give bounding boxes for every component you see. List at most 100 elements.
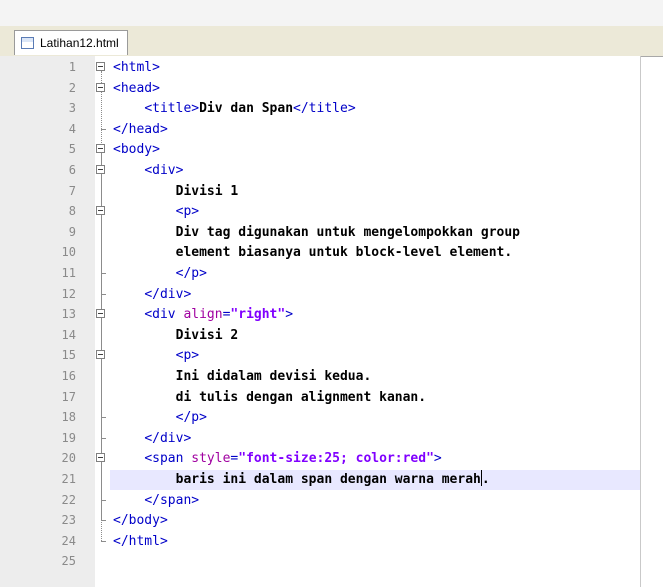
window-top-bar [0,0,663,27]
code-text: Div tag digunakan untuk mengelompokkan g… [113,222,520,243]
attribute-name: style [191,451,231,467]
code-line[interactable]: 19 </div> [0,428,640,449]
attribute-value: "right" [230,307,286,323]
line-number: 21 [61,472,76,486]
code-line[interactable]: 22 </span> [0,490,640,511]
text-content: Div dan Span [199,101,294,117]
text-content: Divisi 2 [175,327,239,343]
line-number: 15 [61,348,76,363]
fold-collapse-icon[interactable] [96,453,105,463]
code-text: <div align="right"> [113,304,293,325]
line-number: 12 [61,286,76,301]
code-line[interactable]: 25 [0,551,640,572]
text-content: element biasanya untuk block-level eleme… [175,245,513,261]
fold-end-marker [101,499,106,501]
code-text: </html> [113,531,168,552]
text-content: Divisi 1 [175,183,239,199]
html-tag: > [285,307,294,323]
line-number: 4 [68,121,76,136]
line-number: 23 [61,513,76,528]
code-editor[interactable]: 1 <html> 2 <head> 3 <title>Div dan Span</tit… [0,56,640,587]
code-line[interactable]: 8 <p> [0,201,640,222]
html-tag: </html> [113,533,168,549]
fold-collapse-icon[interactable] [96,350,105,360]
tab-label: Latihan12.html [40,36,119,50]
code-line[interactable]: 11 </p> [0,263,640,284]
fold-collapse-icon[interactable] [96,206,105,216]
code-text: </body> [113,510,168,531]
text-content: . [481,472,490,487]
html-tag: </p> [175,410,207,426]
code-text: <p> [113,201,199,222]
fold-collapse-icon[interactable] [96,144,105,154]
line-number: 3 [68,101,76,116]
code-line[interactable]: 23 </body> [0,510,640,531]
code-text: Divisi 2 [113,325,239,346]
line-number: 17 [61,389,76,404]
line-number: 25 [61,554,76,569]
code-line[interactable]: 3 <title>Div dan Span</title> [0,98,640,119]
code-line[interactable]: 12 </div> [0,284,640,305]
fold-collapse-icon[interactable] [96,62,105,71]
line-number: 20 [61,451,76,466]
code-text: Ini didalam devisi kedua. [113,366,372,387]
code-line[interactable]: 9 Div tag digunakan untuk mengelompokkan… [0,222,640,243]
fold-end-marker [101,437,106,439]
html-tag: <span [144,451,192,467]
fold-end-marker [101,128,106,130]
code-line[interactable]: 17 di tulis dengan alignment kanan. [0,387,640,408]
code-line[interactable]: 13 <div align="right"> [0,304,640,325]
fold-end-marker [101,293,106,295]
code-line[interactable]: 16 Ini didalam devisi kedua. [0,366,640,387]
line-number: 18 [61,410,76,425]
code-line[interactable]: 20 <span style="font-size:25; color:red"… [0,448,640,469]
code-line[interactable]: 10 element biasanya untuk block-level el… [0,242,640,263]
html-tag: > [433,451,442,467]
line-number: 14 [61,327,76,342]
code-text: </p> [113,263,207,284]
line-number: 7 [68,183,76,198]
line-number: 24 [61,533,76,548]
code-line[interactable]: 1 <html> [0,57,640,78]
html-tag: </div> [144,430,192,446]
code-text: </div> [113,284,191,305]
html-tag: <head> [113,80,160,96]
code-line[interactable]: 21 baris ini dalam span dengan warna mer… [0,469,640,490]
html-tag: </body> [113,513,168,529]
fold-collapse-icon[interactable] [96,165,105,174]
code-text: </head> [113,119,168,140]
fold-end-marker [101,540,106,542]
text-content: di tulis dengan alignment kanan. [175,389,427,405]
code-line[interactable]: 14 Divisi 2 [0,325,640,346]
code-line[interactable]: 18 </p> [0,407,640,428]
html-tag: </title> [293,101,356,117]
code-line[interactable]: 6 <div> [0,160,640,181]
code-text: <title>Div dan Span</title> [113,98,356,119]
code-line[interactable]: 4 </head> [0,119,640,140]
fold-end-marker [101,273,106,274]
code-text: <html> [113,57,160,78]
attribute-name: align [183,307,223,323]
code-line[interactable]: 15 <p> [0,345,640,366]
fold-collapse-icon[interactable] [96,82,105,92]
code-line[interactable]: 24 </html> [0,531,640,552]
line-number: 19 [61,430,76,445]
html-tag: <html> [113,60,160,75]
fold-collapse-icon[interactable] [96,309,105,319]
html-tag: <p> [175,348,200,364]
tab-latihan12[interactable]: Latihan12.html [14,30,128,55]
code-text: <head> [113,78,160,99]
code-line[interactable]: 5 <body> [0,139,640,160]
html-tag: </p> [175,266,207,281]
code-line[interactable]: 7 Divisi 1 [0,181,640,202]
line-number: 11 [61,266,76,280]
text-content: Ini didalam devisi kedua. [175,369,372,384]
code-line[interactable]: 2 <head> [0,78,640,99]
code-text: di tulis dengan alignment kanan. [113,387,426,408]
line-number: 10 [61,245,76,260]
code-text: Divisi 1 [113,181,239,202]
html-tag: </div> [144,286,192,302]
editor-right-border [640,56,641,587]
code-text: </div> [113,428,191,449]
html-tag: <div [144,307,184,323]
